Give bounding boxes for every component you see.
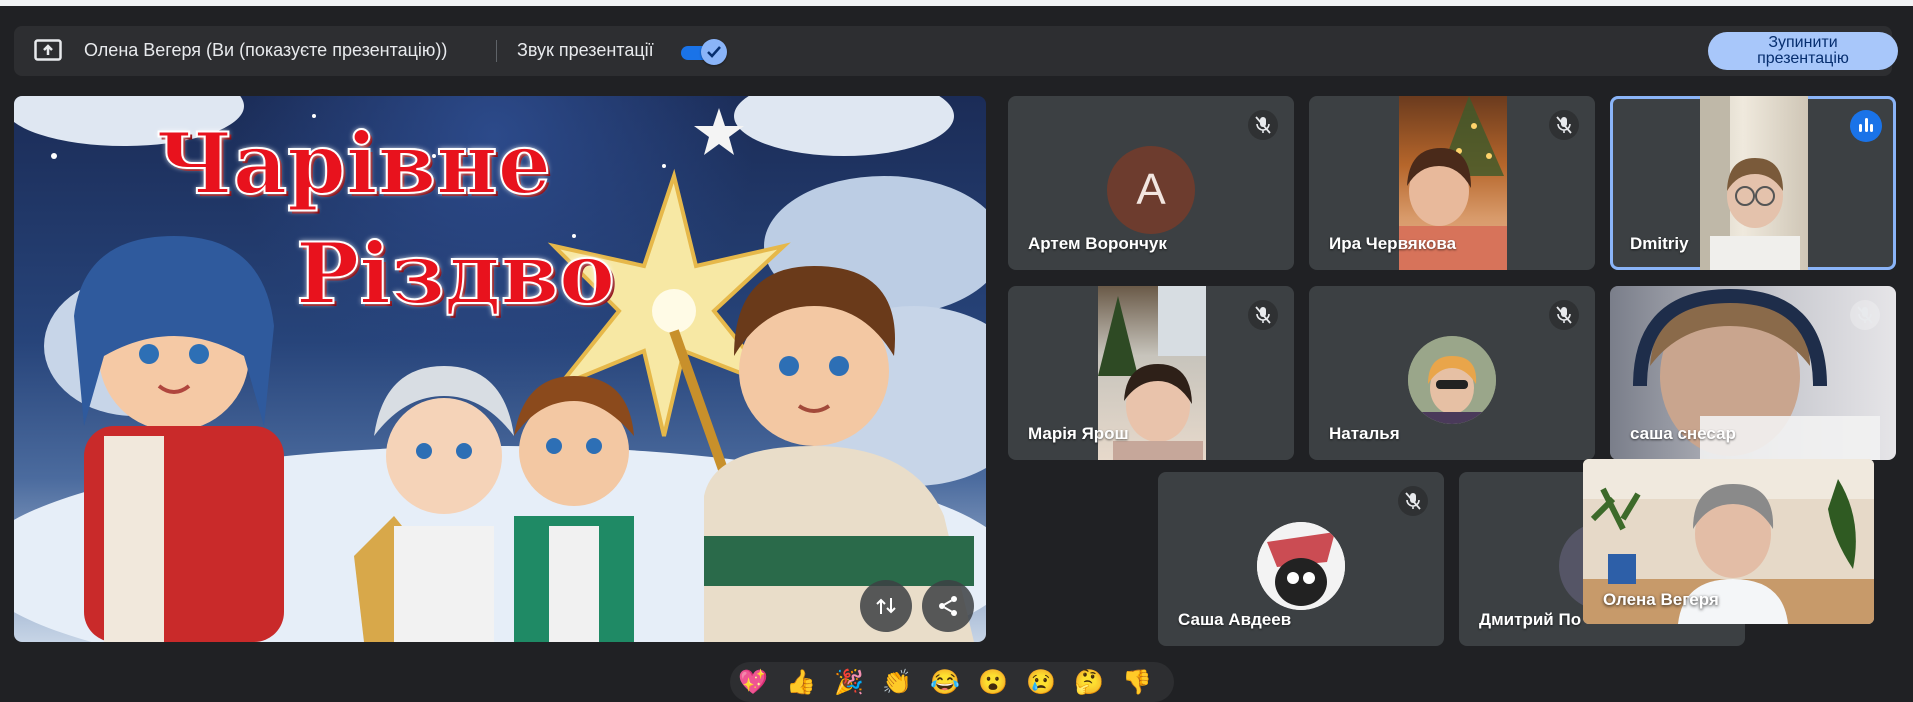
mic-muted-icon (1549, 300, 1579, 330)
participant-name: Саша Авдеев (1178, 610, 1292, 629)
mic-muted-icon (1850, 300, 1880, 330)
participant-tile[interactable]: Саша Авдеев (1158, 472, 1444, 646)
reaction-laugh[interactable]: 😂 (930, 668, 960, 697)
swap-view-button[interactable] (860, 580, 912, 632)
check-icon (707, 46, 721, 58)
participant-name: Марія Ярош (1028, 424, 1129, 443)
slide-title-line-2: Різдво (295, 223, 616, 324)
participant-name: саша снесар (1630, 424, 1736, 443)
participant-tile[interactable]: Наталья (1309, 286, 1595, 460)
presentation-audio-label: Звук презентації (517, 40, 654, 60)
reaction-clap[interactable]: 👏 (882, 668, 912, 697)
reactions-bar: 💖 👍 🎉 👏 😂 😮 😢 🤔 👎 (730, 662, 1174, 702)
reaction-surprised[interactable]: 😮 (978, 668, 1008, 697)
participant-tile[interactable]: А Артем Ворончук (1008, 96, 1294, 270)
participant-name: Артем Ворончук (1028, 234, 1167, 253)
self-view-name: Олена Вегеря (1603, 590, 1719, 609)
mic-muted-icon (1549, 110, 1579, 140)
participant-tile[interactable]: Ира Червякова (1309, 96, 1595, 270)
participant-name: Дмитрий По (1479, 610, 1582, 629)
reaction-thumbs-down[interactable]: 👎 (1122, 668, 1152, 697)
participant-name: Dmitriy (1630, 234, 1689, 253)
participant-video (1700, 96, 1808, 270)
reaction-thinking[interactable]: 🤔 (1074, 668, 1104, 697)
participant-tile-speaking[interactable]: Dmitriy (1610, 96, 1896, 270)
mic-muted-icon (1398, 486, 1428, 516)
presentation-audio-toggle[interactable] (679, 39, 727, 65)
toggle-knob (701, 39, 727, 65)
mic-muted-icon (1248, 110, 1278, 140)
reaction-thumbs-up[interactable]: 👍 (786, 668, 816, 697)
presenting-bar: Олена Вегеря (Ви (показуєте презентацію)… (14, 26, 1898, 76)
presentation-slide: Чарівне Різдво (14, 96, 986, 642)
swap-icon (876, 598, 896, 614)
top-strip (0, 0, 1913, 6)
reaction-party[interactable]: 🎉 (834, 668, 864, 697)
self-view[interactable]: Олена Вегеря (1583, 459, 1874, 624)
avatar (1408, 336, 1496, 424)
participant-name: Наталья (1329, 424, 1400, 443)
present-screen-icon (34, 39, 62, 63)
speaking-indicator-icon (1850, 110, 1882, 142)
mic-muted-icon (1248, 300, 1278, 330)
presenter-label: Олена Вегеря (Ви (показуєте презентацію)… (84, 40, 448, 60)
stop-presenting-button[interactable]: Зупинити презентацію (1708, 32, 1898, 70)
divider (496, 40, 497, 62)
share-button[interactable] (922, 580, 974, 632)
share-icon (939, 596, 957, 616)
participant-name: Ира Червякова (1329, 234, 1457, 253)
avatar: А (1107, 146, 1195, 234)
avatar (1257, 522, 1345, 610)
reaction-sad[interactable]: 😢 (1026, 668, 1056, 697)
participant-tile[interactable]: Марія Ярош (1008, 286, 1294, 460)
reaction-heart[interactable]: 💖 (738, 668, 768, 697)
slide-title-line-1: Чарівне (155, 113, 552, 214)
participant-tile[interactable]: саша снесар (1610, 286, 1896, 460)
